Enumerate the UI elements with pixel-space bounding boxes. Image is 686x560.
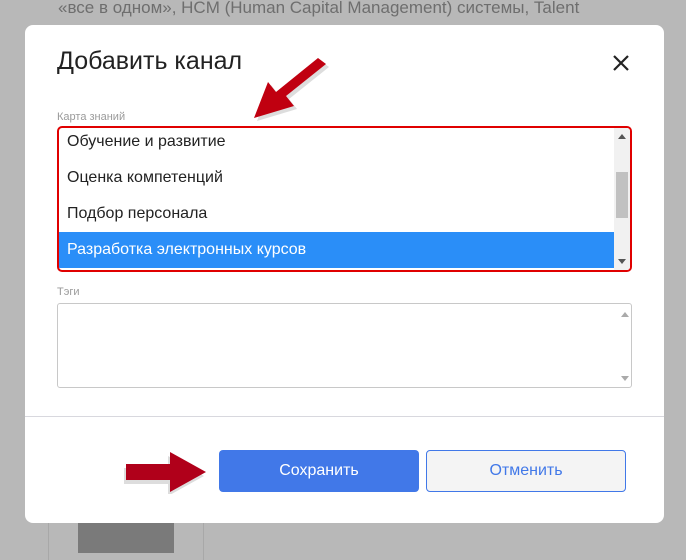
add-channel-dialog: Добавить канал Карта знаний Обучение и р…: [25, 25, 664, 523]
list-option[interactable]: Подбор персонала: [59, 196, 614, 232]
list-option-selected[interactable]: Разработка электронных курсов: [59, 232, 614, 268]
background-text: «все в одном», HCM (Human Capital Manage…: [58, 0, 580, 17]
footer-divider: [25, 416, 664, 417]
scroll-down-icon[interactable]: [618, 259, 626, 264]
close-icon[interactable]: [609, 51, 633, 75]
background-image: [78, 523, 174, 553]
dialog-title: Добавить канал: [57, 47, 243, 75]
save-button[interactable]: Сохранить: [219, 450, 419, 492]
list-option[interactable]: Обучение и развитие: [59, 128, 614, 160]
scroll-up-icon[interactable]: [621, 312, 629, 317]
scroll-up-icon[interactable]: [618, 134, 626, 139]
knowledge-map-label: Карта знаний: [57, 111, 126, 123]
list-option[interactable]: Оценка компетенций: [59, 160, 614, 196]
scroll-down-icon[interactable]: [621, 376, 629, 381]
knowledge-map-listbox[interactable]: Обучение и развитие Оценка компетенций П…: [57, 126, 632, 272]
annotation-arrow-down-left-icon: [254, 58, 329, 121]
scrollbar[interactable]: [614, 128, 630, 270]
tags-label: Тэги: [57, 286, 80, 298]
scrollbar-thumb[interactable]: [616, 172, 628, 218]
annotation-arrow-right-icon: [124, 452, 206, 494]
cancel-button[interactable]: Отменить: [426, 450, 626, 492]
tags-textarea[interactable]: [57, 303, 632, 388]
